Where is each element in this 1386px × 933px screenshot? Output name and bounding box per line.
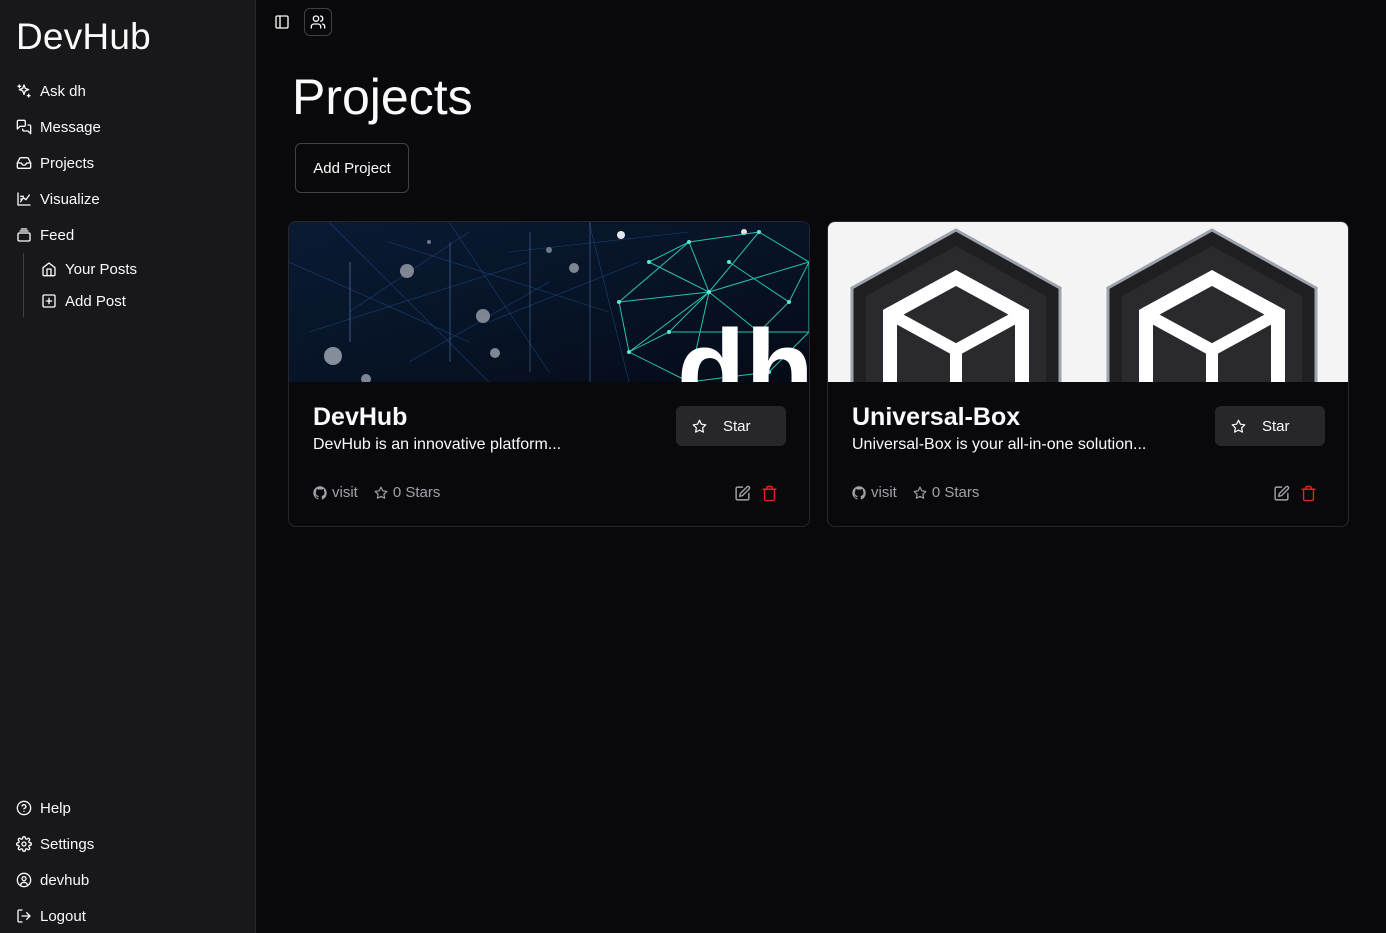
nav-label-ask-dh: Ask dh [40,82,86,100]
visit-label: visit [871,484,897,501]
star-icon [1231,419,1246,433]
visit-link[interactable]: visit [852,484,897,501]
feed-subnav: Your Posts Add Post [23,253,256,317]
sparkles-icon [17,84,31,98]
sidebar: DevHub Ask dh Message Projects Visualize… [0,0,256,933]
star-button[interactable]: Star [676,406,786,446]
star-button[interactable]: Star [1215,406,1325,446]
main-nav: Ask dh Message Projects Visualize Feed Y… [0,73,256,317]
inbox-icon [16,157,32,169]
sidebar-toggle-button[interactable] [268,8,296,36]
star-count-label: 0 Stars [931,484,980,501]
nav-item-ask-dh[interactable]: Ask dh [0,73,256,109]
network-banner-image: dh [289,222,809,382]
trash-icon [761,485,777,501]
edit-button[interactable] [1271,483,1291,503]
project-meta: visit 0 Stars [852,484,995,501]
nav-item-visualize[interactable]: Visualize [0,181,256,217]
star-count-label: 0 Stars [392,484,441,501]
messages-icon [16,119,32,135]
nav-label-feed: Feed [40,226,75,244]
project-meta: visit 0 Stars [313,484,456,501]
nav-item-add-post[interactable]: Add Post [41,285,256,317]
nav-label-your-posts: Your Posts [65,260,137,278]
logout-icon [17,909,31,923]
nav-label-profile: devhub [40,871,90,889]
add-project-button[interactable]: Add Project [295,143,409,193]
nav-item-projects[interactable]: Projects [0,145,256,181]
star-count: 0 Stars [374,484,441,501]
nav-item-message[interactable]: Message [0,109,256,145]
project-card-universal-box: Universal-Box Universal-Box is your all-… [827,221,1349,527]
project-title: DevHub [313,403,408,431]
github-icon [313,485,327,499]
home-icon [42,262,56,277]
bottom-nav: Help Settings devhub Logout [0,790,256,933]
cube-logo-banner-image [828,222,1348,382]
nav-item-settings[interactable]: Settings [0,826,256,862]
visit-link[interactable]: visit [313,484,358,501]
users-icon [310,15,326,29]
stack-icon [17,228,31,242]
nav-label-add-post: Add Post [65,292,126,310]
nav-item-logout[interactable]: Logout [0,898,256,933]
edit-icon [734,485,750,501]
star-label: Star [723,417,751,435]
star-outline-icon [913,486,927,499]
page-title: Projects [292,69,473,125]
project-title: Universal-Box [852,403,1021,431]
chart-icon [17,192,31,206]
nav-item-help[interactable]: Help [0,790,256,826]
nav-label-projects: Projects [40,154,95,172]
project-card-devhub: dh DevHub DevHub is an innovative platfo… [288,221,810,527]
edit-button[interactable] [732,483,752,503]
sidebar-toggle-icon [275,15,289,29]
plus-square-icon [42,294,56,308]
trash-icon [1300,485,1316,501]
star-count: 0 Stars [913,484,980,501]
delete-button[interactable] [1298,483,1318,503]
project-description: Universal-Box is your all-in-one solutio… [852,436,1147,453]
users-button[interactable] [304,8,332,36]
brand-logo[interactable]: DevHub [16,16,151,58]
project-image-universal-box [828,222,1348,382]
nav-label-visualize: Visualize [40,190,100,208]
star-label: Star [1262,417,1290,435]
star-outline-icon [374,486,388,499]
edit-icon [1273,485,1289,501]
star-icon [692,419,707,433]
nav-label-settings: Settings [40,835,95,853]
user-circle-icon [16,872,32,888]
banner-logo-text: dh [677,307,809,382]
nav-label-help: Help [40,799,71,817]
nav-label-logout: Logout [40,907,86,925]
nav-item-profile[interactable]: devhub [0,862,256,898]
nav-label-message: Message [40,118,101,136]
delete-button[interactable] [759,483,779,503]
project-actions [725,483,779,503]
project-image-devhub: dh [289,222,809,382]
project-actions [1264,483,1318,503]
project-description: DevHub is an innovative platform... [313,436,562,453]
nav-item-feed[interactable]: Feed [0,217,256,253]
visit-label: visit [332,484,358,501]
help-circle-icon [16,800,32,816]
gear-icon [16,836,32,852]
nav-item-your-posts[interactable]: Your Posts [41,253,256,285]
github-icon [852,485,866,499]
